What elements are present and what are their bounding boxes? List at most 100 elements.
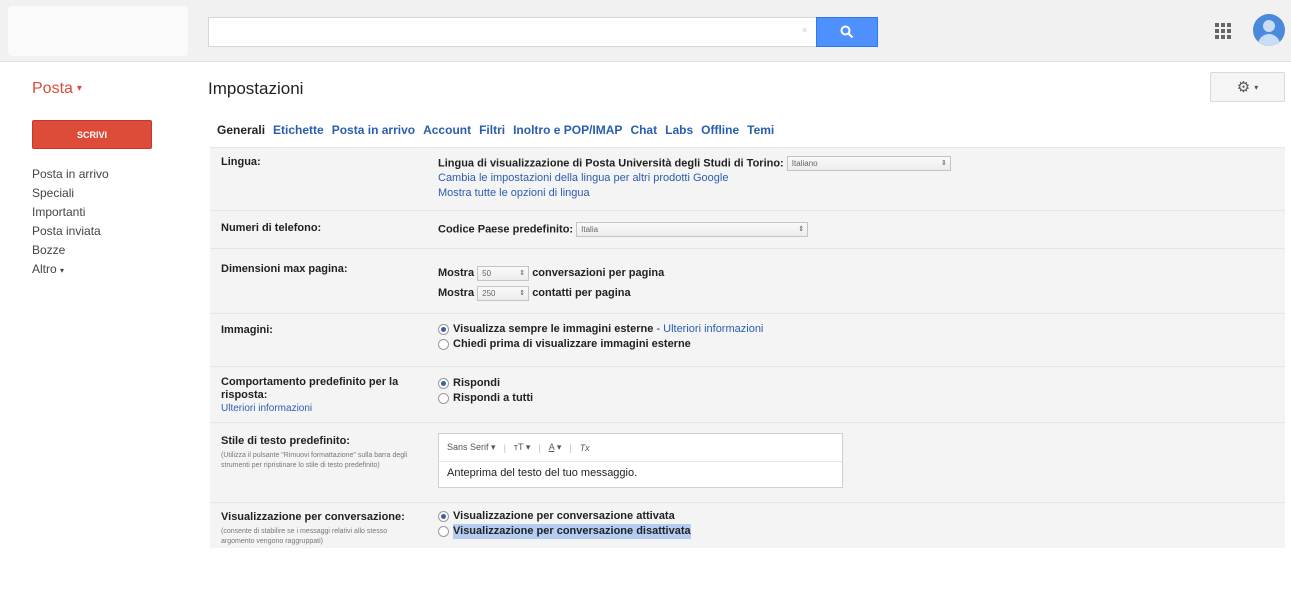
chevron-down-icon: ▾ <box>491 442 496 452</box>
conversation-on-radio[interactable] <box>438 511 449 522</box>
show-label: Mostra <box>438 267 475 279</box>
compose-button[interactable]: SCRIVI <box>32 120 152 149</box>
select-arrow-icon: ⇕ <box>940 160 947 167</box>
sidebar-item-sent[interactable]: Posta inviata <box>32 222 109 241</box>
images-ask-radio[interactable] <box>438 339 449 350</box>
app-menu-label: Posta <box>32 80 73 97</box>
chevron-down-icon: ▾ <box>60 266 65 275</box>
contacts-text: contatti per pagina <box>532 287 631 299</box>
language-text: Lingua di visualizzazione di Posta Unive… <box>438 157 784 170</box>
setting-row-page-size: Dimensioni max pagina: Mostra 50 ⇕ conver… <box>210 248 1285 313</box>
page-title: Impostazioni <box>208 79 304 98</box>
language-select[interactable]: Italiano ⇕ <box>786 156 951 171</box>
tab-themes[interactable]: Temi <box>747 123 774 137</box>
conversation-on-label: Visualizzazione per conversazione attiva… <box>453 510 675 522</box>
tab-filters[interactable]: Filtri <box>479 123 505 137</box>
search-clear-icon[interactable]: × <box>802 25 812 39</box>
settings-button[interactable]: ⚙ ▾ <box>1210 72 1285 102</box>
toolbar-divider: | <box>503 442 506 453</box>
setting-row-reply: Comportamento predefinito per la rispost… <box>210 366 1285 422</box>
logo <box>8 6 188 56</box>
setting-label: Visualizzazione per conversazione: <box>221 511 405 523</box>
phone-text: Codice Paese predefinito: <box>438 223 574 236</box>
reply-label: Rispondi <box>453 377 501 389</box>
select-arrow-icon: ⇕ <box>519 269 526 277</box>
conversation-off-radio[interactable] <box>438 526 449 537</box>
tab-forwarding[interactable]: Inoltro e POP/IMAP <box>513 123 622 137</box>
setting-label: Comportamento predefinito per la rispost… <box>221 376 399 401</box>
text-color-icon[interactable]: A ▾ <box>549 442 562 453</box>
text-style-editor: Sans Serif ▾ | тT ▾ | A ▾ | Tx Anteprima… <box>438 433 843 488</box>
toolbar-divider: | <box>538 442 541 453</box>
tab-inbox[interactable]: Posta in arrivo <box>332 123 415 137</box>
app-menu[interactable]: Posta ▾ <box>32 80 82 98</box>
font-select[interactable]: Sans Serif ▾ <box>447 442 496 453</box>
reply-all-radio[interactable] <box>438 393 449 404</box>
sidebar-nav: Posta in arrivo Speciali Importanti Post… <box>32 165 109 279</box>
learn-more-link[interactable]: Ulteriori informazioni <box>221 402 411 415</box>
chevron-down-icon: ▾ <box>525 442 531 452</box>
size-glyph: тT <box>513 442 524 452</box>
sidebar-item-important[interactable]: Importanti <box>32 203 109 222</box>
select-value: Italiano <box>791 159 818 168</box>
tab-chat[interactable]: Chat <box>630 123 657 137</box>
sidebar-item-inbox[interactable]: Posta in arrivo <box>32 165 109 184</box>
color-glyph: A <box>548 442 555 452</box>
tab-labs[interactable]: Labs <box>665 123 693 137</box>
setting-row-language: Lingua: Lingua di visualizzazione di Pos… <box>210 147 1285 210</box>
learn-more-link[interactable]: Ulteriori informazioni <box>663 322 763 337</box>
apps-grid-icon[interactable] <box>1212 20 1234 42</box>
images-always-label: Visualizza sempre le immagini esterne <box>453 323 654 335</box>
language-options-link[interactable]: Mostra tutte le opzioni di lingua <box>438 186 951 201</box>
tab-general[interactable]: Generali <box>217 123 265 137</box>
avatar[interactable] <box>1253 14 1285 46</box>
chevron-down-icon: ▾ <box>556 442 562 452</box>
select-value: Italia <box>581 225 599 234</box>
tab-accounts[interactable]: Account <box>423 123 471 137</box>
setting-hint: (consente di stabilire se i messaggi rel… <box>221 528 388 545</box>
reply-radio[interactable] <box>438 378 449 389</box>
language-settings-link[interactable]: Cambia le impostazioni della lingua per … <box>438 171 951 186</box>
search-input[interactable] <box>208 17 816 47</box>
setting-label: Numeri di telefono: <box>221 222 322 234</box>
select-arrow-icon: ⇕ <box>519 289 526 297</box>
text-preview: Anteprima del testo del tuo messaggio. <box>447 467 638 479</box>
top-bar: × <box>0 0 1291 62</box>
gear-icon: ⚙ <box>1236 79 1251 96</box>
sidebar-item-label: Altro <box>32 262 57 276</box>
search-button[interactable] <box>816 17 878 47</box>
sidebar-item-starred[interactable]: Speciali <box>32 184 109 203</box>
font-name: Sans Serif <box>447 442 489 452</box>
tab-labels[interactable]: Etichette <box>273 123 324 137</box>
toolbar-divider: | <box>569 442 572 453</box>
setting-label: Stile di testo predefinito: <box>221 435 350 447</box>
select-arrow-icon: ⇕ <box>798 226 805 233</box>
tab-offline[interactable]: Offline <box>701 123 739 137</box>
setting-label: Immagini: <box>221 324 273 336</box>
settings-panel: Lingua: Lingua di visualizzazione di Pos… <box>210 147 1285 548</box>
setting-label: Dimensioni max pagina: <box>221 263 348 275</box>
conversations-text: conversazioni per pagina <box>532 267 665 279</box>
images-always-radio[interactable] <box>438 324 449 335</box>
conversations-per-page-select[interactable]: 50 ⇕ <box>477 265 530 281</box>
setting-row-conversation: Visualizzazione per conversazione: (cons… <box>210 502 1285 548</box>
settings-tabs: Generali Etichette Posta in arrivo Accou… <box>217 123 782 137</box>
conversation-off-label: Visualizzazione per conversazione disatt… <box>453 524 691 539</box>
remove-formatting-icon[interactable]: Tx <box>580 443 590 453</box>
images-ask-label: Chiedi prima di visualizzare immagini es… <box>453 338 691 350</box>
sidebar-item-drafts[interactable]: Bozze <box>32 241 109 260</box>
setting-row-images: Immagini: Visualizza sempre le immagini … <box>210 313 1285 366</box>
select-value: 250 <box>482 288 496 298</box>
contacts-per-page-select[interactable]: 250 ⇕ <box>477 285 530 301</box>
sidebar-item-more[interactable]: Altro ▾ <box>32 260 109 279</box>
chevron-down-icon: ▾ <box>1254 82 1259 92</box>
separator: - <box>653 323 664 335</box>
font-size-icon[interactable]: тT ▾ <box>514 442 531 453</box>
country-select[interactable]: Italia ⇕ <box>576 222 809 237</box>
search-icon <box>840 25 854 39</box>
show-label: Mostra <box>438 287 475 299</box>
chevron-down-icon: ▾ <box>76 83 82 95</box>
setting-row-text-style: Stile di testo predefinito: (Utilizza il… <box>210 422 1285 502</box>
setting-label: Lingua: <box>221 156 261 168</box>
reply-all-label: Rispondi a tutti <box>453 392 534 404</box>
